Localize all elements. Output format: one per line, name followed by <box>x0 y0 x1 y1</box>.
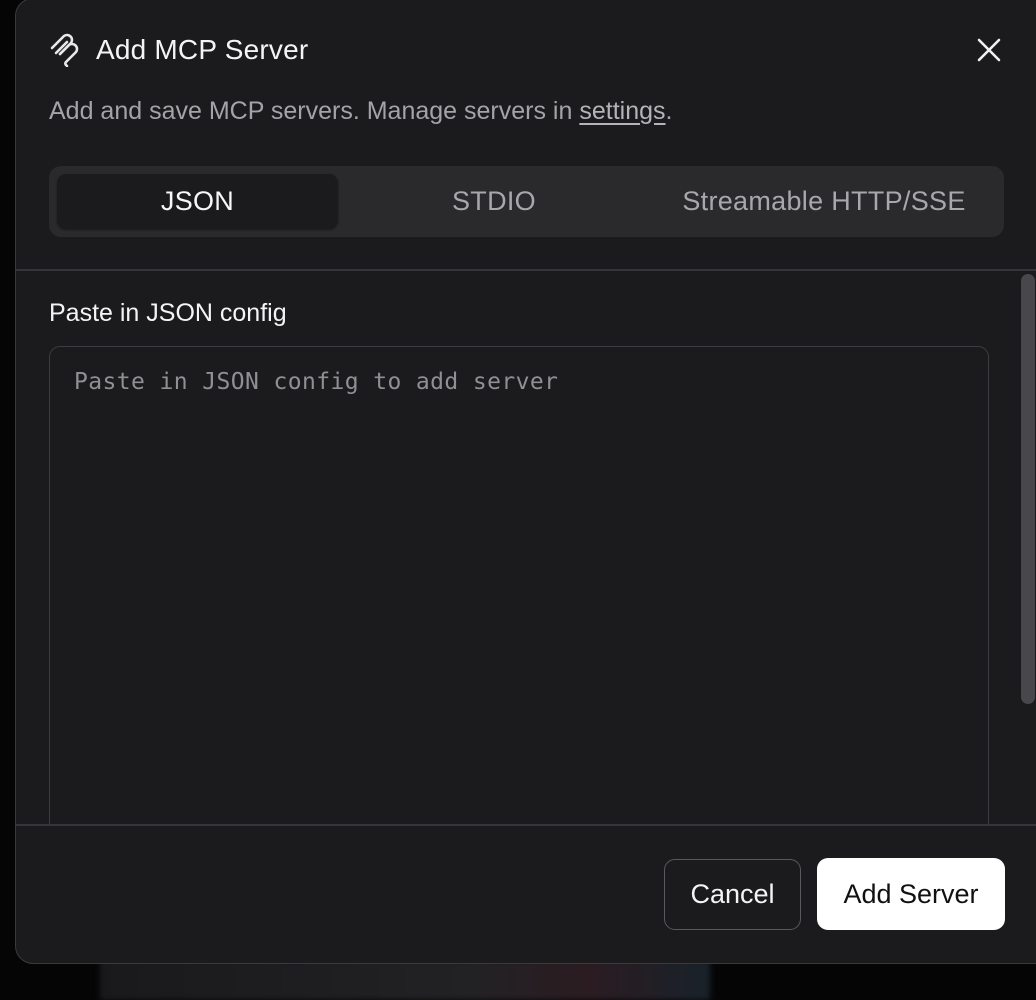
json-config-label: Paste in JSON config <box>49 299 287 327</box>
add-server-button[interactable]: Add Server <box>817 858 1005 930</box>
dialog-title: Add MCP Server <box>96 34 309 65</box>
mcp-icon <box>50 33 79 67</box>
subtitle-text: Add and save MCP servers. Manage servers… <box>49 97 580 125</box>
cancel-button[interactable]: Cancel <box>664 859 801 930</box>
subtitle-end: . <box>665 97 673 125</box>
settings-link[interactable]: settings <box>579 97 665 125</box>
dialog-subtitle: Add and save MCP servers. Manage servers… <box>49 97 672 126</box>
title-row: Add MCP Server <box>49 33 308 67</box>
config-type-tabs: JSON STDIO Streamable HTTP/SSE <box>49 166 1004 237</box>
footer-divider <box>16 824 1036 826</box>
close-button[interactable] <box>971 32 1007 68</box>
tab-stdio[interactable]: STDIO <box>359 174 629 229</box>
add-mcp-server-dialog: Add MCP Server Add and save MCP servers.… <box>15 0 1036 964</box>
json-config-input[interactable] <box>49 346 989 824</box>
background-content <box>100 960 710 1000</box>
scrollbar-thumb[interactable] <box>1021 274 1035 704</box>
dialog-body: Paste in JSON config <box>16 271 1036 824</box>
tab-streamable-http-sse[interactable]: Streamable HTTP/SSE <box>664 174 984 229</box>
dialog-header: Add MCP Server Add and save MCP servers.… <box>16 0 1036 269</box>
tab-json[interactable]: JSON <box>57 174 338 229</box>
close-icon <box>977 38 1001 62</box>
